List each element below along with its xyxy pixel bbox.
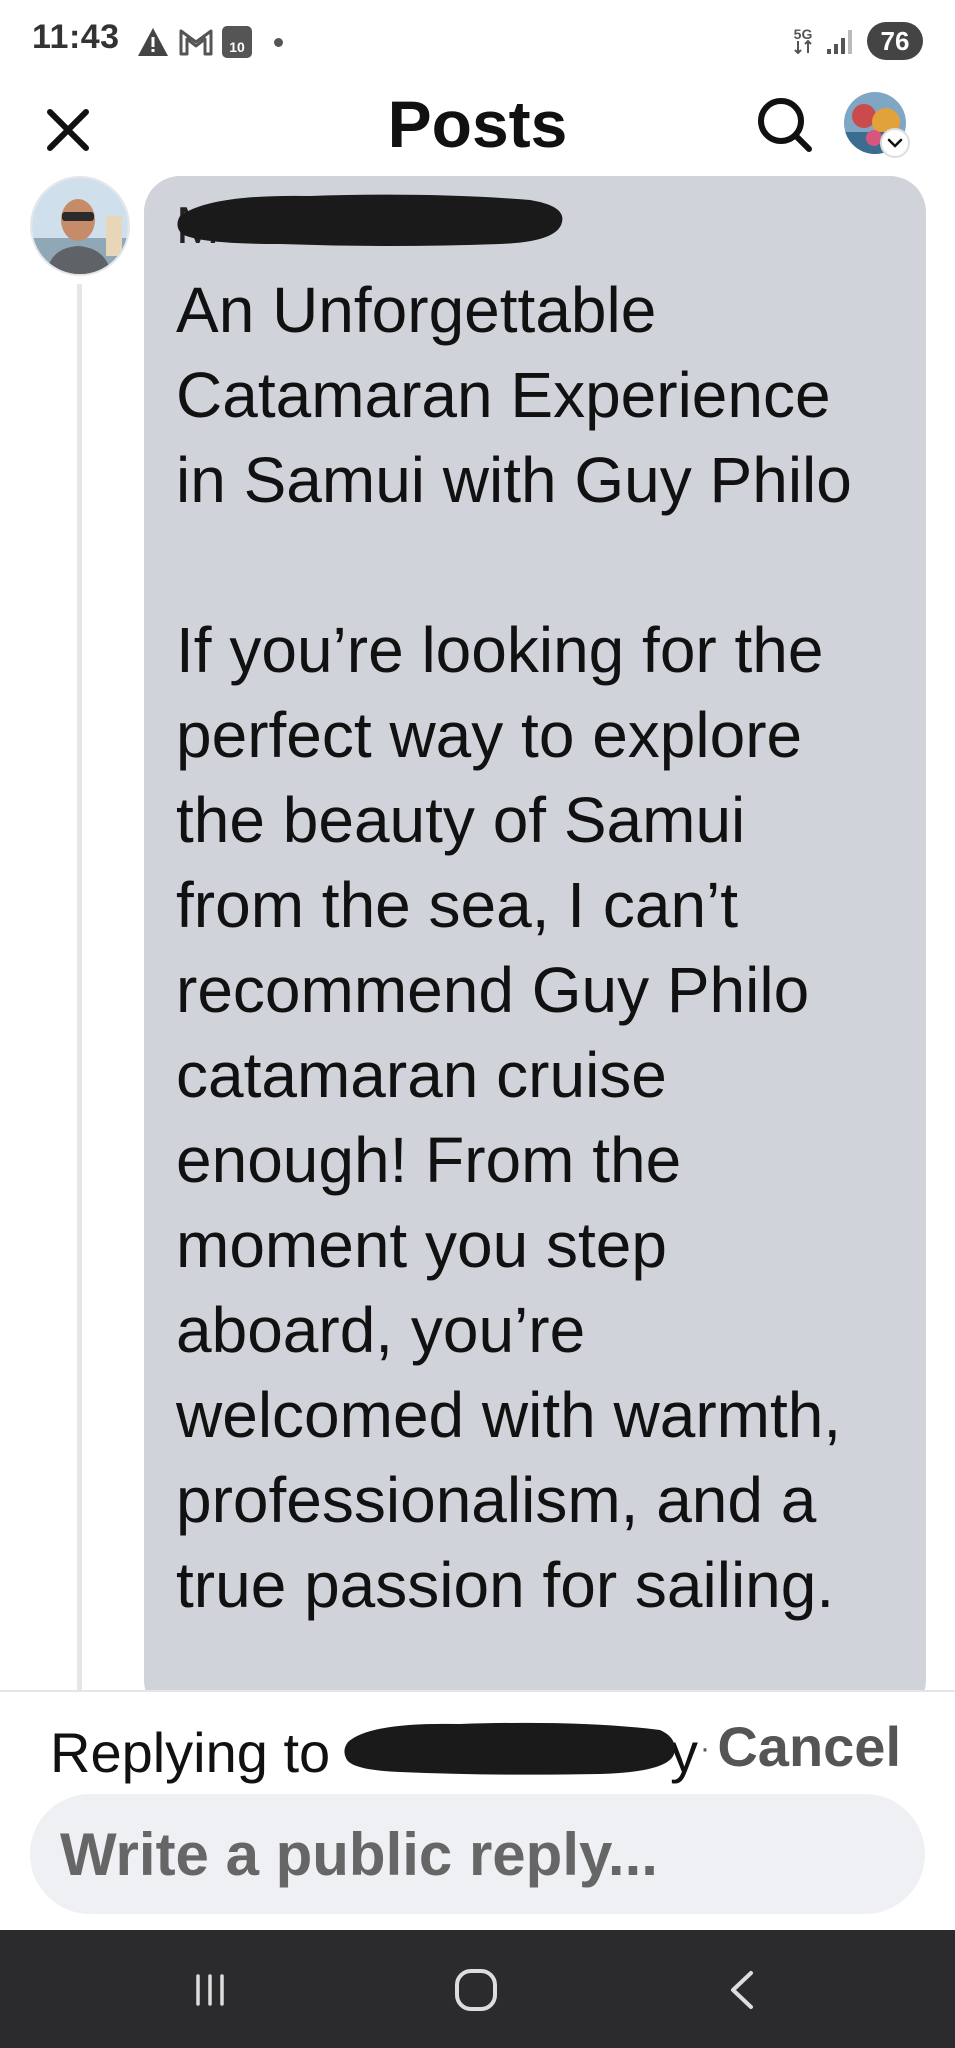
gmail-icon: [179, 29, 213, 56]
warning-icon: [138, 28, 168, 56]
network-label: 5G: [793, 26, 813, 42]
recent-apps-button[interactable]: [165, 1958, 255, 2022]
system-icons: 5G 76: [793, 20, 923, 62]
commenter-avatar[interactable]: [30, 176, 130, 276]
home-icon: [455, 1969, 497, 2011]
dot-icon: [274, 37, 283, 47]
notification-icons: 10: [136, 22, 283, 62]
replying-to-redaction: [344, 1722, 675, 1775]
back-icon: [731, 1971, 753, 2009]
status-bar: 11:43 10 5G 76: [0, 0, 955, 80]
reply-area: Replying to y · Cancel Write a public re…: [0, 1690, 955, 1930]
thread-line: [77, 284, 82, 1690]
chevron-down-icon[interactable]: [880, 128, 910, 158]
search-button[interactable]: [750, 90, 820, 160]
separator-dot: ·: [700, 1732, 710, 1765]
comment-text: An Unforgettable Catamaran Experience in…: [176, 274, 852, 1621]
search-icon: [758, 98, 812, 152]
replying-to-label: Replying to: [50, 1720, 331, 1784]
header: Posts: [0, 80, 955, 180]
home-button[interactable]: [431, 1958, 521, 2022]
status-time: 11:43: [32, 18, 120, 56]
network-type-icon: 5G: [793, 26, 813, 54]
cancel-button[interactable]: Cancel: [717, 1714, 901, 1779]
author-redaction: [177, 194, 563, 246]
recent-apps-icon: [196, 1974, 224, 2006]
back-button[interactable]: [698, 1958, 788, 2022]
calendar-day: 10: [229, 39, 245, 55]
reply-input[interactable]: Write a public reply...: [30, 1794, 925, 1914]
signal-icon: [827, 30, 852, 54]
calendar-icon: 10: [222, 26, 252, 58]
battery-indicator: 76: [867, 22, 923, 60]
system-nav-bar: [0, 1930, 955, 2048]
